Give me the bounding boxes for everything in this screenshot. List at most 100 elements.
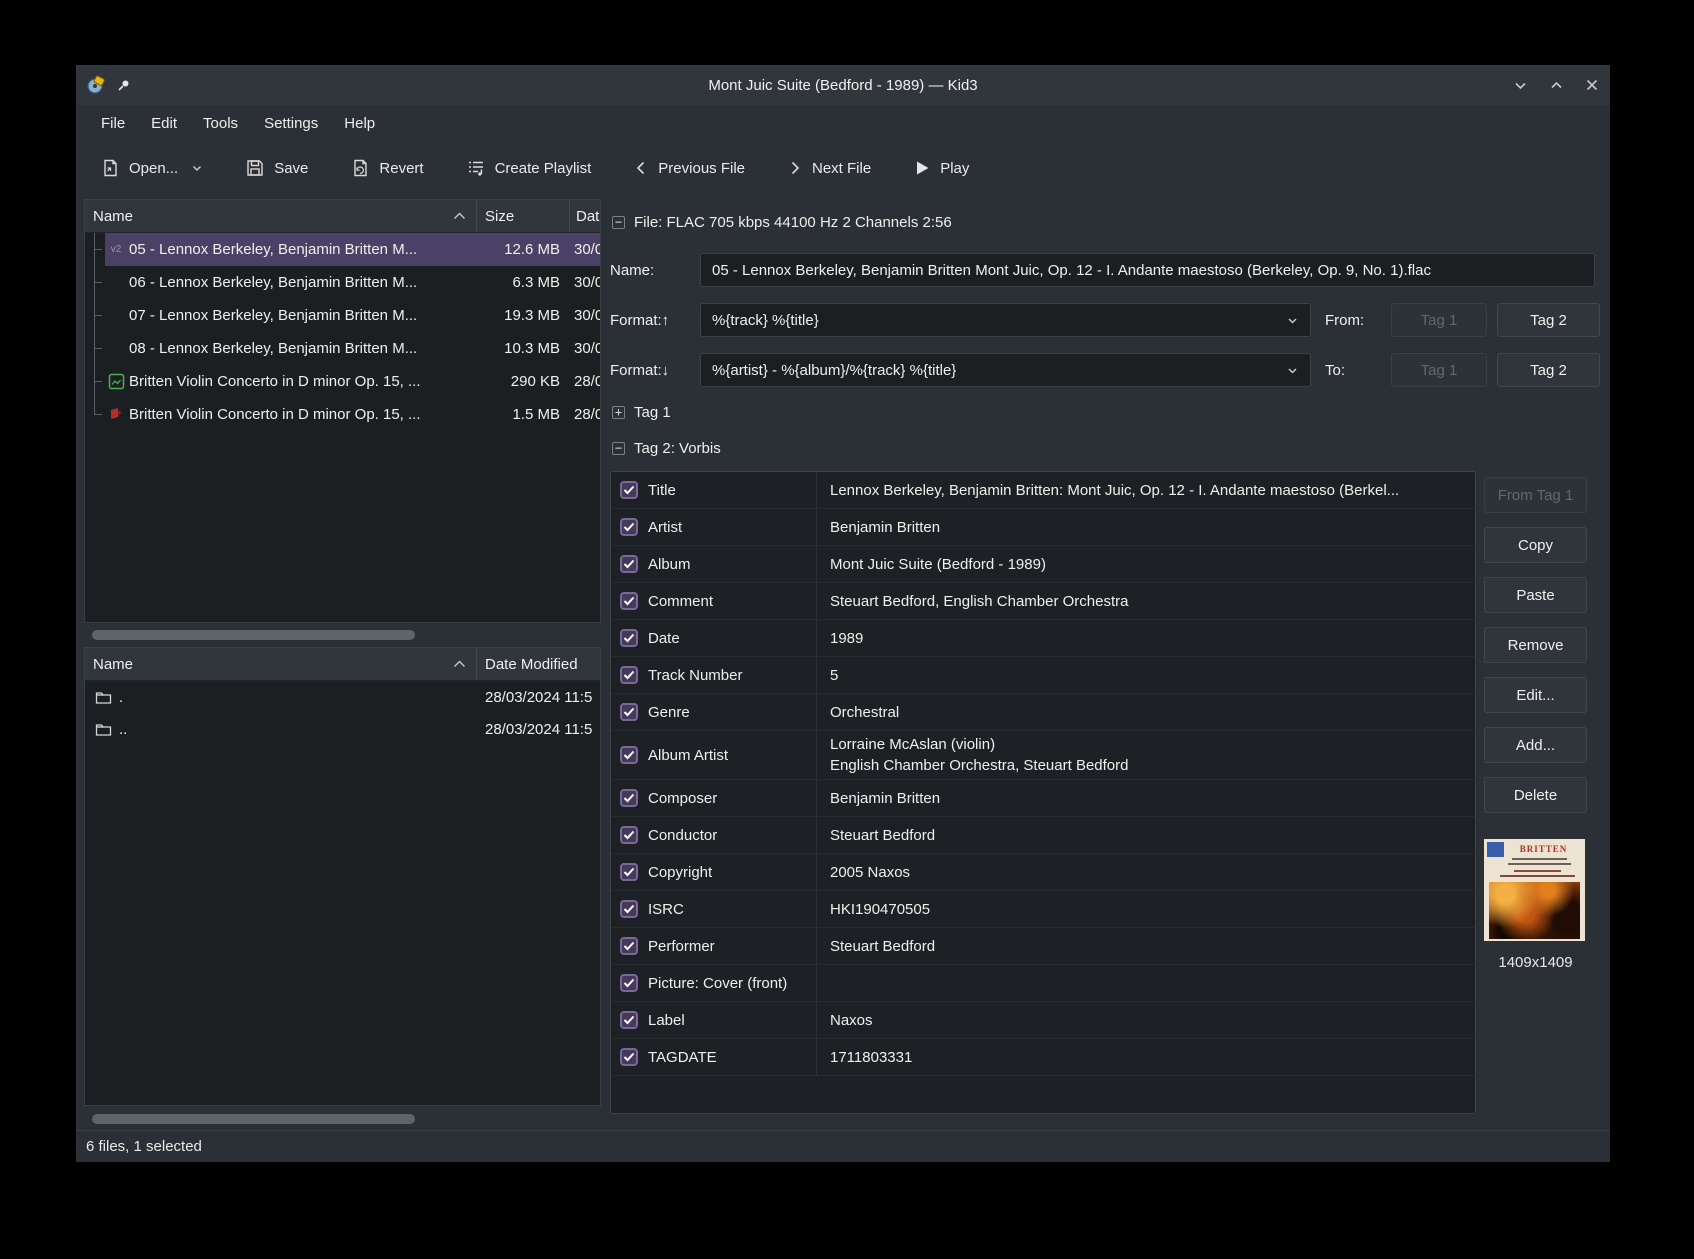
field-value[interactable]: 1711803331 [817,1039,1475,1075]
file-date: 30/0 [569,340,600,357]
scrollbar-thumb[interactable] [92,1114,415,1124]
file-list-header-date[interactable]: Dat [569,200,600,232]
maximize-button[interactable] [1548,77,1564,93]
field-checkbox[interactable] [620,481,638,499]
expand-icon[interactable]: + [612,406,625,419]
pin-icon[interactable] [116,78,131,93]
tag1-section-header: + Tag 1 [610,401,1602,423]
album-cover-thumbnail[interactable]: BRITTEN [1484,839,1585,941]
file-list-header-size[interactable]: Size [476,200,569,232]
menu-item[interactable]: Edit [138,109,190,138]
create-playlist-button[interactable]: Create Playlist [456,150,602,186]
tag-field-row: Copyright 2005 Naxos [611,854,1475,891]
tag-action-button[interactable]: Add... [1484,727,1587,763]
filename-input[interactable] [700,253,1595,287]
field-value[interactable]: 5 [817,657,1475,693]
tag-action-button[interactable]: Delete [1484,777,1587,813]
play-button[interactable]: Play [903,151,979,185]
field-value[interactable]: Benjamin Britten [817,509,1475,545]
field-checkbox[interactable] [620,518,638,536]
field-checkbox[interactable] [620,826,638,844]
previous-file-button[interactable]: Previous File [623,152,755,185]
file-row[interactable]: 06 - Lennox Berkeley, Benjamin Britten M… [85,266,600,299]
tag-action-button[interactable]: Copy [1484,527,1587,563]
directory-row[interactable]: . 28/03/2024 11:5 [85,681,600,713]
to-tag1-button[interactable]: Tag 1 [1391,353,1487,387]
file-row[interactable]: Britten Violin Concerto in D minor Op. 1… [85,398,600,431]
field-value[interactable] [817,965,1475,1001]
tree-branch [85,332,103,365]
tag-action-button[interactable]: Remove [1484,627,1587,663]
file-row[interactable]: Britten Violin Concerto in D minor Op. 1… [85,365,600,398]
tag-action-button[interactable]: From Tag 1 [1484,477,1587,513]
field-checkbox[interactable] [620,937,638,955]
field-value[interactable]: Steuart Bedford [817,928,1475,964]
collapse-icon[interactable]: − [612,442,625,455]
directory-list-header: Name Date Modified [85,648,600,681]
field-value[interactable]: Orchestral [817,694,1475,730]
tag2-section-header: − Tag 2: Vorbis [610,437,1602,459]
close-button[interactable] [1584,77,1600,93]
scrollbar-thumb[interactable] [92,630,415,640]
field-name: Album [648,556,691,573]
from-tag1-button[interactable]: Tag 1 [1391,303,1487,337]
field-checkbox[interactable] [620,900,638,918]
field-value[interactable]: 2005 Naxos [817,854,1475,890]
field-value[interactable]: Benjamin Britten [817,780,1475,816]
file-row[interactable]: 08 - Lennox Berkeley, Benjamin Britten M… [85,332,600,365]
field-checkbox[interactable] [620,863,638,881]
field-name: Conductor [648,827,717,844]
format-from-filename-combobox[interactable]: %{track} %{title} [700,303,1311,337]
field-checkbox[interactable] [620,666,638,684]
menu-item[interactable]: Tools [190,109,251,138]
app-icon[interactable] [86,75,106,95]
open-dropdown-chevron[interactable] [191,162,203,174]
title-bar[interactable]: Mont Juic Suite (Bedford - 1989) — Kid3 [76,65,1610,105]
field-value[interactable]: Lorraine McAslan (violin) English Chambe… [817,731,1475,779]
revert-button[interactable]: Revert [340,150,433,186]
field-checkbox[interactable] [620,555,638,573]
field-checkbox[interactable] [620,974,638,992]
field-value[interactable]: HKI190470505 [817,891,1475,927]
format-up-label: Format:↑ [610,312,700,329]
file-row[interactable]: 07 - Lennox Berkeley, Benjamin Britten M… [85,299,600,332]
menu-item[interactable]: File [88,109,138,138]
directory-name: .. [115,721,476,738]
tag-action-button[interactable]: Edit... [1484,677,1587,713]
file-size: 19.3 MB [476,307,569,324]
field-checkbox[interactable] [620,1048,638,1066]
minimize-button[interactable] [1512,77,1528,93]
field-value[interactable]: Mont Juic Suite (Bedford - 1989) [817,546,1475,582]
to-tag2-button[interactable]: Tag 2 [1497,353,1600,387]
tag-action-button[interactable]: Paste [1484,577,1587,613]
file-row[interactable]: v2 05 - L [85,233,600,266]
open-button[interactable]: Open... [90,150,213,186]
sort-ascending-icon [453,660,468,668]
field-checkbox[interactable] [620,629,638,647]
chevron-down-icon [1286,314,1299,327]
field-value[interactable]: Lennox Berkeley, Benjamin Britten: Mont … [817,472,1475,508]
directory-list-header-name[interactable]: Name [85,648,476,680]
menu-item[interactable]: Settings [251,109,331,138]
from-tag2-button[interactable]: Tag 2 [1497,303,1600,337]
field-checkbox[interactable] [620,1011,638,1029]
field-value[interactable]: Steuart Bedford [817,817,1475,853]
field-checkbox[interactable] [620,703,638,721]
menu-item[interactable]: Help [331,109,388,138]
directory-row[interactable]: .. 28/03/2024 11:5 [85,713,600,745]
save-button[interactable]: Save [235,150,318,186]
collapse-icon[interactable]: − [612,216,625,229]
next-file-button[interactable]: Next File [777,152,881,185]
field-value[interactable]: Steuart Bedford, English Chamber Orchest… [817,583,1475,619]
field-checkbox[interactable] [620,592,638,610]
document-file-icon [108,406,125,423]
field-value[interactable]: Naxos [817,1002,1475,1038]
field-checkbox[interactable] [620,789,638,807]
directory-list-header-date[interactable]: Date Modified [476,648,600,680]
field-checkbox[interactable] [620,746,638,764]
file-list-header-name[interactable]: Name [85,200,476,232]
field-value[interactable]: 1989 [817,620,1475,656]
format-to-filename-combobox[interactable]: %{artist} - %{album}/%{track} %{title} [700,353,1311,387]
field-name: Label [648,1012,685,1029]
tree-branch [85,398,103,431]
